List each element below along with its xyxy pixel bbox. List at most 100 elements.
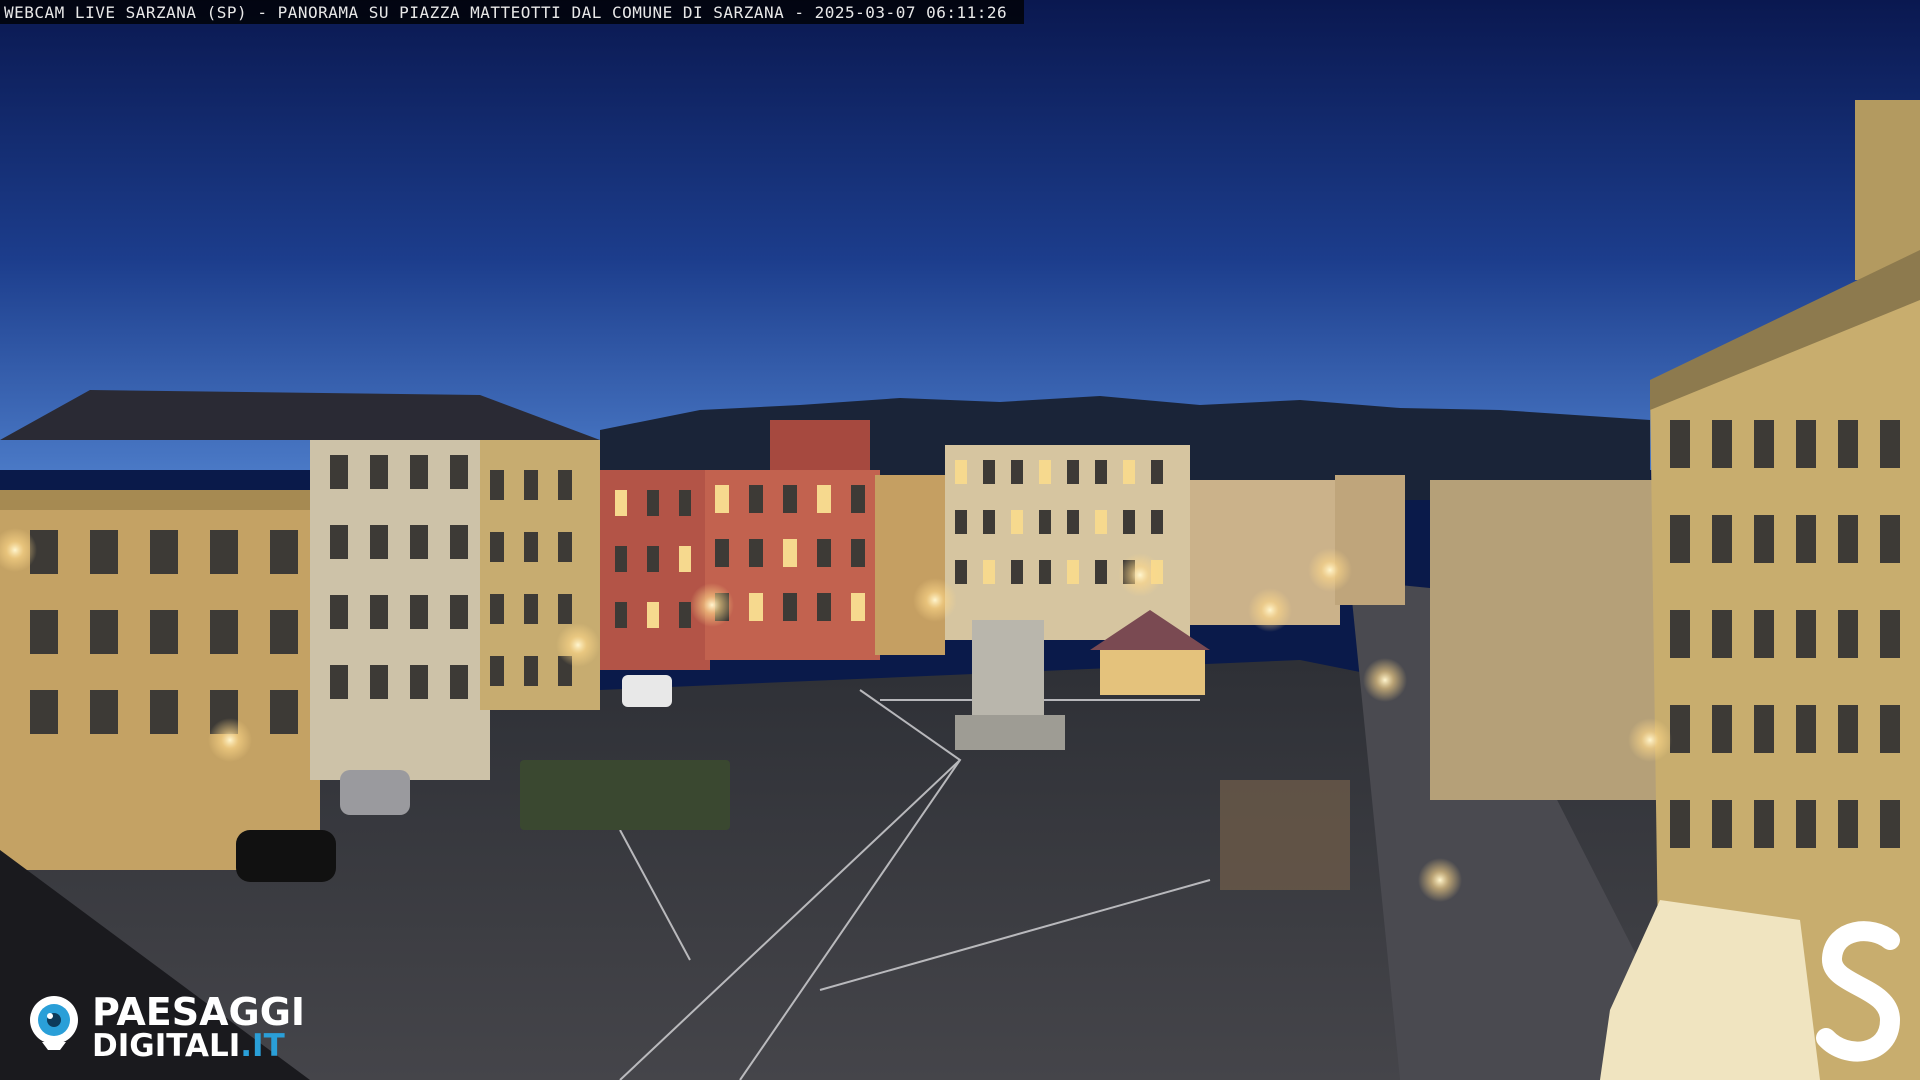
window <box>647 490 659 516</box>
planter <box>520 760 730 830</box>
caption-bar: WEBCAM LIVE SARZANA (SP) - PANORAMA SU P… <box>0 0 1024 24</box>
window <box>210 530 238 574</box>
window <box>1838 705 1858 753</box>
window <box>1011 460 1023 484</box>
window <box>490 470 504 500</box>
window <box>1039 560 1051 584</box>
window <box>1712 420 1732 468</box>
lamp-glow <box>1118 553 1162 597</box>
window <box>410 455 428 489</box>
window <box>1880 515 1900 563</box>
window <box>851 539 865 567</box>
window <box>90 610 118 654</box>
window <box>330 665 348 699</box>
window <box>330 595 348 629</box>
window <box>1712 515 1732 563</box>
window <box>1151 510 1163 534</box>
window <box>524 532 538 562</box>
window <box>1754 610 1774 658</box>
window <box>715 485 729 513</box>
window <box>851 485 865 513</box>
window <box>30 690 58 734</box>
logo-line2-main: DIGITALI <box>92 1028 241 1064</box>
lamp-glow <box>1308 548 1352 592</box>
lamp-glow <box>208 718 252 762</box>
window <box>450 665 468 699</box>
car-silver <box>340 770 410 815</box>
window <box>1670 610 1690 658</box>
window <box>370 455 388 489</box>
window <box>490 656 504 686</box>
lamp-glow <box>1418 858 1462 902</box>
window <box>490 532 504 562</box>
lamp-glow <box>556 623 600 667</box>
window <box>983 460 995 484</box>
window <box>983 510 995 534</box>
window <box>1067 560 1079 584</box>
window <box>679 546 691 572</box>
window <box>817 593 831 621</box>
window <box>410 665 428 699</box>
window <box>330 455 348 489</box>
window <box>150 530 178 574</box>
window <box>1880 705 1900 753</box>
window <box>749 593 763 621</box>
logo-line2-tld: .IT <box>240 1028 285 1064</box>
caption-text: WEBCAM LIVE SARZANA (SP) - PANORAMA SU P… <box>4 3 1008 22</box>
building-center-tan <box>875 475 945 655</box>
window <box>1754 800 1774 848</box>
window <box>647 602 659 628</box>
window <box>1095 560 1107 584</box>
window <box>955 560 967 584</box>
window <box>1067 460 1079 484</box>
window <box>1712 705 1732 753</box>
window <box>30 610 58 654</box>
camera-eye-icon <box>30 996 78 1050</box>
window <box>1095 460 1107 484</box>
window <box>783 485 797 513</box>
window <box>90 690 118 734</box>
window <box>1712 610 1732 658</box>
window <box>955 510 967 534</box>
window <box>370 595 388 629</box>
window <box>817 539 831 567</box>
window <box>1838 800 1858 848</box>
window <box>615 490 627 516</box>
lamp-glow <box>690 583 734 627</box>
window <box>1670 420 1690 468</box>
window <box>1039 460 1051 484</box>
window <box>1039 510 1051 534</box>
window <box>679 602 691 628</box>
building-right-row <box>1430 480 1660 800</box>
window <box>270 690 298 734</box>
lamp-glow <box>1248 588 1292 632</box>
window <box>1796 515 1816 563</box>
window <box>90 530 118 574</box>
window <box>851 593 865 621</box>
car-white-van <box>622 675 672 707</box>
car-black <box>236 830 336 882</box>
window <box>1754 515 1774 563</box>
window <box>410 595 428 629</box>
window <box>647 546 659 572</box>
window <box>1796 800 1816 848</box>
window <box>524 470 538 500</box>
window <box>1670 515 1690 563</box>
window <box>558 470 572 500</box>
window <box>150 610 178 654</box>
window <box>370 665 388 699</box>
window <box>783 593 797 621</box>
window <box>270 530 298 574</box>
window <box>524 594 538 624</box>
lamp-glow <box>1628 718 1672 762</box>
window <box>955 460 967 484</box>
window <box>524 656 538 686</box>
window <box>1838 610 1858 658</box>
window <box>715 539 729 567</box>
window <box>679 490 691 516</box>
window <box>1095 510 1107 534</box>
window <box>410 525 428 559</box>
window <box>749 539 763 567</box>
window <box>1670 800 1690 848</box>
window <box>1011 510 1023 534</box>
